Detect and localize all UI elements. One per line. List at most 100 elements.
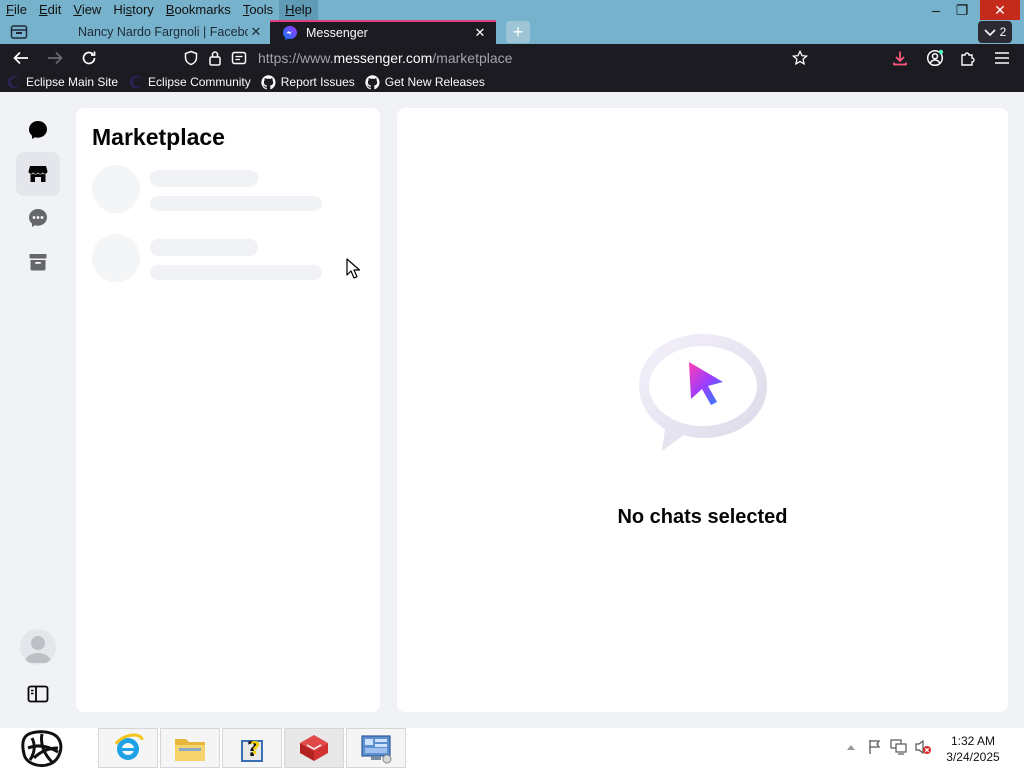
restore-button[interactable]: ❐ <box>946 0 978 20</box>
rail-archive-button[interactable] <box>16 240 60 284</box>
account-icon <box>926 49 944 67</box>
new-tab-button[interactable]: + <box>506 21 530 43</box>
tracking-shield-icon[interactable] <box>180 47 202 69</box>
tab-close-icon[interactable]: ✕ <box>472 25 488 41</box>
start-button[interactable] <box>18 728 66 768</box>
tab-close-icon[interactable]: ✕ <box>248 24 264 40</box>
star-icon <box>792 50 808 66</box>
rail-marketplace-button[interactable] <box>16 152 60 196</box>
messenger-page: Marketplace No chats selected <box>0 92 1024 728</box>
loading-placeholder-row <box>92 234 332 284</box>
firefox-view-icon <box>10 25 28 39</box>
sidebar-toggle-icon <box>27 685 49 703</box>
menu-view[interactable]: View <box>67 0 107 20</box>
navigation-bar: https://www.messenger.com/marketplace <box>0 44 1024 72</box>
bookmark-get-new-releases[interactable]: Get New Releases <box>365 74 485 90</box>
taskbar-clock[interactable]: 1:32 AM 3/24/2025 <box>940 733 1006 765</box>
back-arrow-icon <box>13 51 28 65</box>
tab-strip: Nancy Nardo Fargnoli | Faceboo ✕ Messeng… <box>0 20 1024 44</box>
tab-list-button[interactable]: 2 <box>978 21 1012 43</box>
back-button[interactable] <box>8 46 34 70</box>
firefox-view-button[interactable] <box>8 22 30 42</box>
close-window-button[interactable]: ✕ <box>980 0 1020 20</box>
reload-icon <box>82 51 96 65</box>
rail-chats-button[interactable] <box>16 108 60 152</box>
page-title: Marketplace <box>92 124 225 150</box>
account-button[interactable] <box>922 46 948 70</box>
chat-bubble-cursor-icon <box>639 334 767 451</box>
hamburger-icon <box>995 52 1009 64</box>
system-tray <box>842 738 938 756</box>
clock-time: 1:32 AM <box>950 734 996 748</box>
profile-avatar[interactable] <box>20 629 56 665</box>
mouse-cursor-icon <box>346 258 361 279</box>
placeholder-line <box>150 239 258 256</box>
toggle-sidebar-button[interactable] <box>16 672 60 716</box>
menu-bar: File Edit View History Bookmarks Tools H… <box>0 0 318 20</box>
messenger-icon <box>282 25 298 41</box>
downloads-button[interactable] <box>887 46 913 70</box>
menu-tools[interactable]: Tools <box>237 0 279 20</box>
svg-text:?: ? <box>250 738 260 759</box>
tray-expand-icon[interactable] <box>842 738 860 756</box>
conversation-panel: No chats selected <box>397 108 1008 712</box>
help-book-icon: ?? <box>241 737 263 762</box>
url-text[interactable]: https://www.messenger.com/marketplace <box>258 50 512 66</box>
permissions-icon[interactable] <box>228 47 250 69</box>
menu-bookmarks[interactable]: Bookmarks <box>160 0 237 20</box>
default-avatar-icon <box>24 636 52 663</box>
rail-requests-button[interactable] <box>16 196 60 240</box>
app-menu-button[interactable] <box>989 46 1015 70</box>
action-center-flag-icon[interactable] <box>866 738 884 756</box>
chat-bubble-icon <box>29 121 47 139</box>
placeholder-line <box>150 265 322 280</box>
address-bar[interactable]: https://www.messenger.com/marketplace <box>178 46 818 70</box>
bookmark-report-issues[interactable]: Report Issues <box>261 74 355 90</box>
placeholder-avatar <box>92 234 140 282</box>
bookmark-star-button[interactable] <box>787 46 813 70</box>
reload-button[interactable] <box>76 46 102 70</box>
tab-count: 2 <box>999 25 1007 39</box>
message-requests-icon <box>29 209 47 227</box>
eclipse-icon <box>6 74 22 90</box>
tab-facebook[interactable]: Nancy Nardo Fargnoli | Faceboo ✕ <box>44 20 272 44</box>
taskbar-file-explorer[interactable] <box>160 728 220 768</box>
clock-date: 3/24/2025 <box>946 750 1000 764</box>
internet-explorer-icon <box>114 733 144 760</box>
placeholder-avatar <box>92 165 140 213</box>
bookmark-eclipse-community[interactable]: Eclipse Community <box>128 74 251 90</box>
network-icon[interactable] <box>890 738 908 756</box>
lock-icon[interactable] <box>204 47 226 69</box>
marketplace-list-panel: Marketplace <box>76 108 380 712</box>
no-chats-illustration <box>633 328 773 458</box>
extensions-button[interactable] <box>955 46 981 70</box>
taskbar-control-panel[interactable] <box>346 728 406 768</box>
taskbar-help[interactable]: ?? <box>222 728 282 768</box>
forward-button[interactable] <box>42 46 68 70</box>
placeholder-line <box>150 196 322 211</box>
menu-edit[interactable]: Edit <box>33 0 67 20</box>
chevron-down-icon <box>984 29 996 37</box>
menu-history[interactable]: History <box>107 0 159 20</box>
taskbar: ?? 1:32 AM 3/24/2025 <box>0 728 1024 768</box>
menu-file[interactable]: File <box>0 0 33 20</box>
download-icon <box>893 51 907 66</box>
eclipse-icon <box>128 74 144 90</box>
bookmark-eclipse-main-site[interactable]: Eclipse Main Site <box>6 74 118 90</box>
left-navigation-rail <box>0 92 76 728</box>
placeholder-line <box>150 170 258 187</box>
red-app-icon <box>300 735 328 761</box>
tab-messenger[interactable]: Messenger ✕ <box>270 20 496 44</box>
puzzle-icon <box>961 52 975 66</box>
github-icon <box>365 74 381 90</box>
taskbar-app-red[interactable] <box>284 728 344 768</box>
start-logo-icon <box>21 730 63 768</box>
volume-muted-icon[interactable] <box>914 738 932 756</box>
folder-icon <box>175 739 205 761</box>
menu-help[interactable]: Help <box>279 0 318 20</box>
bookmarks-toolbar: Eclipse Main Site Eclipse Community Repo… <box>0 72 1024 92</box>
archive-icon <box>29 254 47 271</box>
github-icon <box>261 74 277 90</box>
no-chats-message: No chats selected <box>617 506 788 528</box>
taskbar-internet-explorer[interactable] <box>98 728 158 768</box>
